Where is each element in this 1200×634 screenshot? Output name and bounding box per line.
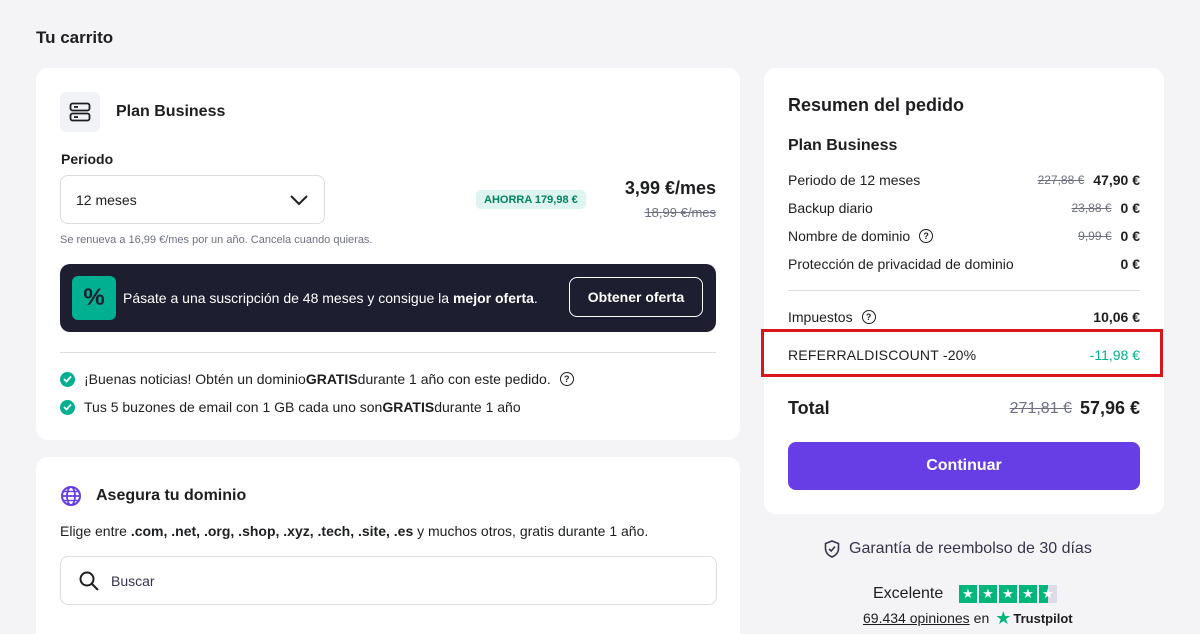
summary-row-discount: REFERRALDISCOUNT -20% -11,98 €: [788, 347, 1140, 363]
search-icon: [79, 571, 99, 591]
domain-title: Asegura tu dominio: [96, 487, 247, 504]
trustpilot-star-icon: ★: [995, 608, 1012, 628]
plan-name: Plan Business: [116, 103, 226, 120]
percent-icon: %: [72, 276, 116, 320]
upgrade-promo-banner: % Pásate a una suscripción de 48 meses y…: [60, 264, 716, 332]
trustpilot-stars: ★ ★ ★ ★ ★: [959, 585, 1057, 603]
summary-row-backup: Backup diario 23,88 € 0 €: [788, 200, 1140, 216]
summary-total: Total 271,81 € 57,96 €: [788, 398, 1140, 418]
order-summary-card: Resumen del pedido Plan Business Periodo…: [761, 68, 1164, 514]
renewal-note: Se renueva a 16,99 €/mes por un año. Can…: [60, 234, 373, 246]
star-icon: ★: [979, 585, 997, 603]
promo-text: Pásate a una suscripción de 48 meses y c…: [123, 290, 538, 306]
divider: [60, 352, 716, 353]
domain-description: Elige entre .com, .net, .org, .shop, .xy…: [60, 523, 649, 539]
trustpilot-reviews: 69.434 opiniones en ★ Trustpilot: [863, 608, 1073, 628]
monthly-price: 3,99 €/mes: [624, 178, 716, 198]
old-monthly-price: 18,99 €/mes: [644, 205, 716, 220]
summary-plan-name: Plan Business: [788, 137, 898, 154]
check-circle-icon: [60, 399, 75, 415]
help-icon[interactable]: ?: [861, 310, 876, 324]
domain-search-box: [60, 556, 717, 605]
benefit-free-domain: ¡Buenas noticias! Obtén un dominio GRATI…: [60, 371, 574, 387]
server-icon: [60, 92, 100, 132]
summary-row-taxes: Impuestos? 10,06 €: [788, 309, 1140, 325]
shield-check-icon: [824, 540, 840, 558]
trustpilot-rating-label: Excelente: [873, 585, 944, 602]
check-circle-icon: [60, 371, 75, 387]
summary-row-privacy: Protección de privacidad de dominio 0 €: [788, 256, 1140, 272]
period-label: Periodo: [61, 151, 114, 167]
benefit-free-email: Tus 5 buzones de email con 1 GB cada uno…: [60, 399, 521, 415]
summary-title: Resumen del pedido: [788, 95, 965, 115]
continue-button[interactable]: Continuar: [788, 442, 1140, 490]
star-icon: ★: [999, 585, 1017, 603]
period-select-value: 12 meses: [76, 191, 137, 208]
summary-row-period: Periodo de 12 meses 227,88 € 47,90 €: [788, 172, 1140, 188]
get-offer-button[interactable]: Obtener oferta: [569, 277, 703, 317]
domain-search-input[interactable]: [111, 572, 691, 589]
reviews-link[interactable]: 69.434 opiniones: [863, 610, 970, 626]
summary-row-domain: Nombre de dominio? 9,99 € 0 €: [788, 228, 1140, 244]
domain-card: Asegura tu dominio Elige entre .com, .ne…: [36, 457, 740, 634]
savings-badge: AHORRA 179,98 €: [476, 190, 586, 209]
help-icon[interactable]: ?: [919, 229, 934, 243]
page-title: Tu carrito: [36, 28, 114, 47]
globe-icon: [61, 486, 81, 506]
period-select[interactable]: 12 meses: [60, 175, 325, 224]
half-star-icon: ★: [1039, 585, 1057, 603]
star-icon: ★: [1019, 585, 1037, 603]
star-icon: ★: [959, 585, 977, 603]
money-back-guarantee: Garantía de reembolso de 30 días: [824, 540, 1092, 558]
chevron-down-icon: [290, 194, 308, 205]
help-icon[interactable]: ?: [559, 372, 574, 386]
divider: [788, 290, 1140, 291]
plan-card: Plan Business Periodo 12 meses AHORRA 17…: [36, 68, 740, 440]
trustpilot-logo: Trustpilot: [1013, 610, 1073, 626]
